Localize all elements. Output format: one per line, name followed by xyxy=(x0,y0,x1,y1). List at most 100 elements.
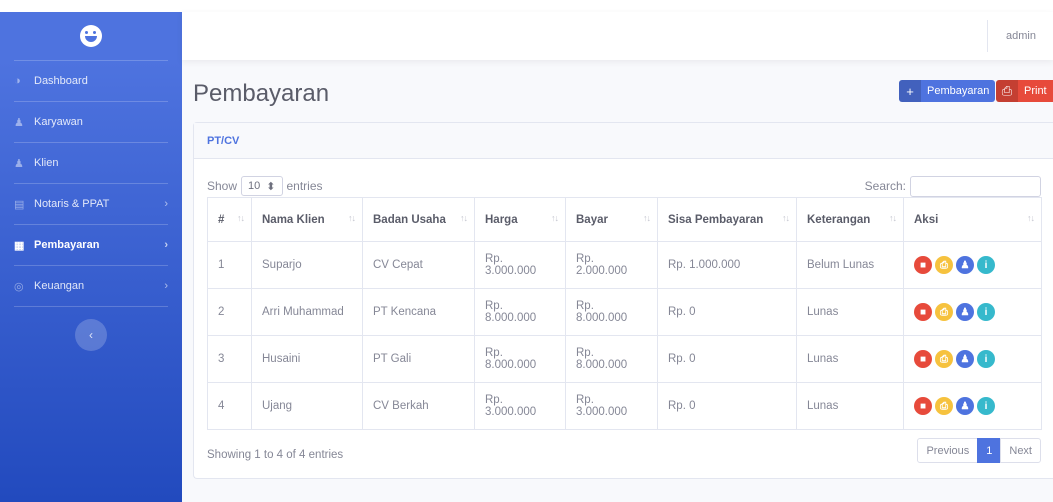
entries-select[interactable]: 10 ⬍ xyxy=(241,176,283,196)
sidebar-toggle-button[interactable]: ‹ xyxy=(75,319,107,351)
smile-icon xyxy=(80,25,102,47)
harga-cell: Rp. 8.000.000 xyxy=(474,288,566,336)
action-buttons: ■ ⎙ ♟ i xyxy=(914,256,1031,274)
delete-button[interactable]: ■ xyxy=(914,256,932,274)
sort-icon: ↑↓ xyxy=(782,213,790,223)
nama-klien-cell: Husaini xyxy=(251,335,363,383)
sidebar-item-label: Pembayaran xyxy=(34,239,100,251)
sidebar-item-label: Notaris & PPAT xyxy=(34,198,110,210)
user-edit-button[interactable]: ♟ xyxy=(956,303,974,321)
delete-button[interactable]: ■ xyxy=(914,397,932,415)
column-header-badan-usaha[interactable]: Badan Usaha ↑↓ xyxy=(362,197,475,242)
badan-usaha-cell: CV Berkah xyxy=(362,382,475,430)
chevron-left-icon: ‹ xyxy=(89,328,93,342)
sort-icon: ↑↓ xyxy=(1027,213,1035,223)
info-button[interactable]: i xyxy=(977,256,995,274)
pagination-previous[interactable]: Previous xyxy=(917,438,979,463)
column-header-sisa-pembayaran[interactable]: Sisa Pembayaran ↑↓ xyxy=(657,197,797,242)
info-icon: i xyxy=(984,306,988,318)
sidebar-item-notaris[interactable]: ▤ Notaris & PPAT › xyxy=(0,184,182,224)
table-row: 2 Arri Muhammad PT Kencana Rp. 8.000.000 Rp.… xyxy=(207,288,1042,336)
user-name[interactable]: admin xyxy=(1006,30,1036,42)
book-icon: ▤ xyxy=(14,198,25,211)
entries-length: Show 10 ⬍ entries xyxy=(207,176,323,196)
brand-logo[interactable] xyxy=(0,12,182,60)
keterangan-cell: Belum Lunas xyxy=(796,241,904,289)
info-button[interactable]: i xyxy=(977,350,995,368)
money-icon: ▦ xyxy=(14,239,25,252)
sort-icon: ↑↓ xyxy=(460,213,468,223)
pagination-page-1[interactable]: 1 xyxy=(977,438,1002,463)
search-area: Search: xyxy=(865,175,1041,197)
print-button[interactable]: ⎙ xyxy=(935,350,953,368)
delete-icon: ■ xyxy=(919,259,927,271)
aksi-cell: ■ ⎙ ♟ i xyxy=(903,288,1042,336)
search-input[interactable] xyxy=(910,175,1041,197)
column-header-bayar[interactable]: Bayar ↑↓ xyxy=(565,197,658,242)
table-row: 4 Ujang CV Berkah Rp. 3.000.000 Rp. 3.000.00… xyxy=(207,382,1042,430)
print-icon: ⎙ xyxy=(940,306,948,318)
print-icon: ⎙ xyxy=(940,400,948,412)
info-icon: i xyxy=(984,400,988,412)
pagination-next[interactable]: Next xyxy=(1000,438,1041,463)
plus-icon: + xyxy=(899,80,921,102)
print-button[interactable]: ⎙ xyxy=(935,303,953,321)
topbar-divider xyxy=(987,20,988,52)
bayar-cell: Rp. 8.000.000 xyxy=(565,288,658,336)
entries-label: entries xyxy=(286,179,323,193)
print-button[interactable]: ⎙ xyxy=(935,397,953,415)
delete-button[interactable]: ■ xyxy=(914,350,932,368)
nama-klien-cell: Ujang xyxy=(251,382,363,430)
info-button[interactable]: i xyxy=(977,303,995,321)
nama-klien-cell: Arri Muhammad xyxy=(251,288,363,336)
harga-cell: Rp. 8.000.000 xyxy=(474,335,566,383)
nama-klien-cell: Suparjo xyxy=(251,241,363,289)
add-pembayaran-button[interactable]: + Pembayaran xyxy=(899,80,996,102)
info-button[interactable]: i xyxy=(977,397,995,415)
column-header-nama-klien[interactable]: Nama Klien ↑↓ xyxy=(251,197,363,242)
sidebar-item-label: Klien xyxy=(34,157,59,169)
print-icon: ⎙ xyxy=(996,80,1018,102)
column-header-no[interactable]: # ↑↓ xyxy=(207,197,252,242)
print-button[interactable]: ⎙ Print xyxy=(996,80,1053,102)
user-edit-button[interactable]: ♟ xyxy=(956,256,974,274)
column-header-keterangan[interactable]: Keterangan ↑↓ xyxy=(796,197,904,242)
action-buttons: ■ ⎙ ♟ i xyxy=(914,397,1031,415)
bayar-cell: Rp. 8.000.000 xyxy=(565,335,658,383)
sidebar: ◑ Dashboard ♟ Karyawan ♟ Klien ▤ Notaris… xyxy=(0,12,182,502)
badan-usaha-cell: CV Cepat xyxy=(362,241,475,289)
card-title: PT/CV xyxy=(194,123,1053,159)
sidebar-item-label: Karyawan xyxy=(34,116,83,128)
sisa-pembayaran-cell: Rp. 0 xyxy=(657,382,797,430)
print-button[interactable]: ⎙ xyxy=(935,256,953,274)
user-edit-button[interactable]: ♟ xyxy=(956,397,974,415)
delete-button[interactable]: ■ xyxy=(914,303,932,321)
column-header-harga[interactable]: Harga ↑↓ xyxy=(474,197,566,242)
keterangan-cell: Lunas xyxy=(796,288,904,336)
table-row: 1 Suparjo CV Cepat Rp. 3.000.000 Rp. 2.000.0… xyxy=(207,241,1042,289)
chevron-right-icon: › xyxy=(164,239,168,251)
sidebar-item-karyawan[interactable]: ♟ Karyawan xyxy=(0,102,182,142)
user-edit-button[interactable]: ♟ xyxy=(956,350,974,368)
pembayaran-card: PT/CV Show 10 ⬍ entries Search: # ↑↓ Nama… xyxy=(193,122,1053,479)
bayar-cell: Rp. 2.000.000 xyxy=(565,241,658,289)
sidebar-item-keuangan[interactable]: ◎ Keuangan › xyxy=(0,266,182,306)
sidebar-item-pembayaran[interactable]: ▦ Pembayaran › xyxy=(0,225,182,265)
delete-icon: ■ xyxy=(919,306,927,318)
sidebar-item-dashboard[interactable]: ◑ Dashboard xyxy=(0,61,182,101)
table-row: 3 Husaini PT Gali Rp. 8.000.000 Rp. 8.000.00… xyxy=(207,335,1042,383)
show-label: Show xyxy=(207,179,238,193)
sort-icon: ↑↓ xyxy=(643,213,651,223)
chevron-right-icon: › xyxy=(164,280,168,292)
user-plus-icon: ♟ xyxy=(14,157,24,170)
row-number: 1 xyxy=(207,241,252,289)
user-edit-icon: ♟ xyxy=(960,259,970,271)
topbar: admin xyxy=(182,12,1053,60)
sidebar-item-label: Dashboard xyxy=(34,75,88,87)
column-header-aksi[interactable]: Aksi ↑↓ xyxy=(903,197,1042,242)
row-number: 3 xyxy=(207,335,252,383)
table-info: Showing 1 to 4 of 4 entries xyxy=(207,449,344,461)
sidebar-item-klien[interactable]: ♟ Klien xyxy=(0,143,182,183)
user-edit-icon: ♟ xyxy=(960,400,970,412)
pagination: Previous 1 Next xyxy=(917,438,1041,463)
